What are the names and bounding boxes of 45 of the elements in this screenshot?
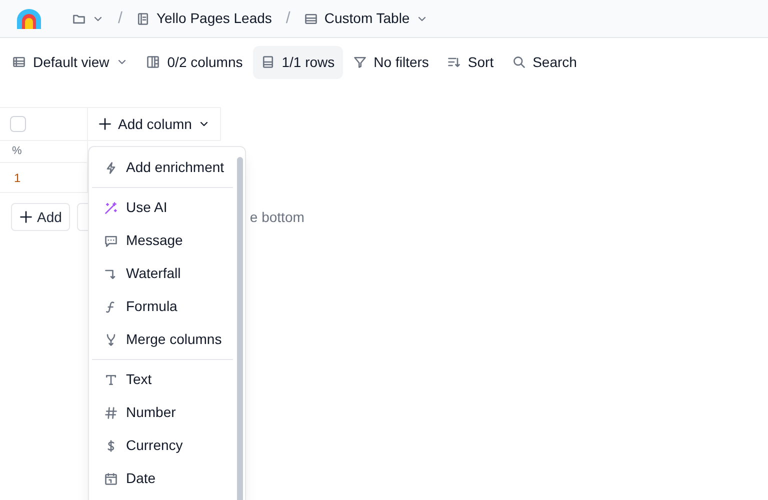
menu-item[interactable]: Waterfall <box>92 257 237 290</box>
table-icon <box>12 55 26 69</box>
columns-button[interactable]: 0/2 columns <box>138 46 251 78</box>
search-button[interactable]: Search <box>504 46 585 78</box>
hint-text: e bottom <box>250 208 304 226</box>
book-icon <box>136 12 150 26</box>
calendar-icon <box>104 472 118 486</box>
menu-item[interactable]: Formula <box>92 290 237 323</box>
breadcrumb-separator: / <box>286 8 290 28</box>
menu-item[interactable]: Currency <box>92 429 237 462</box>
plus-icon <box>19 210 33 224</box>
menu-item[interactable]: Text <box>92 363 237 396</box>
menu-item[interactable]: Message <box>92 224 237 257</box>
row-number: 1 <box>14 170 21 186</box>
filter-button[interactable]: No filters <box>344 46 437 78</box>
message-icon <box>104 234 118 248</box>
filter-icon <box>352 55 367 69</box>
breadcrumb-link[interactable]: Custom Table <box>300 8 432 29</box>
sort-button[interactable]: Sort <box>438 46 502 78</box>
menu-item[interactable]: Use AI <box>92 191 237 224</box>
rows-button[interactable]: 1/1 rows <box>252 46 343 78</box>
logo-icon <box>16 8 42 30</box>
menu-item[interactable]: Add enrichment <box>92 151 237 184</box>
plus-icon <box>98 117 112 131</box>
magic-wand-icon <box>104 200 118 214</box>
sort-icon <box>446 55 461 69</box>
menu-item[interactable]: Date <box>92 462 237 495</box>
hash-icon <box>104 406 118 420</box>
add-column-button[interactable]: Add column <box>98 114 210 134</box>
merge-icon <box>104 332 118 346</box>
scrollbar[interactable] <box>237 157 243 500</box>
view-button[interactable]: Default view <box>4 46 136 78</box>
breadcrumb-separator: / <box>118 8 122 28</box>
lightning-icon <box>104 160 118 174</box>
menu-item[interactable]: Merge columns <box>92 323 237 356</box>
search-icon <box>512 55 526 69</box>
add-row-button[interactable]: Add <box>11 203 70 231</box>
table-icon <box>304 12 318 26</box>
column-type-label: % <box>12 144 22 160</box>
columns-icon <box>146 55 160 69</box>
breadcrumb-link[interactable]: Yello Pages Leads <box>132 8 276 29</box>
text-icon <box>104 372 118 386</box>
calculator-icon <box>260 55 275 69</box>
select-all-checkbox[interactable] <box>10 116 26 132</box>
menu-item[interactable]: Number <box>92 396 237 429</box>
